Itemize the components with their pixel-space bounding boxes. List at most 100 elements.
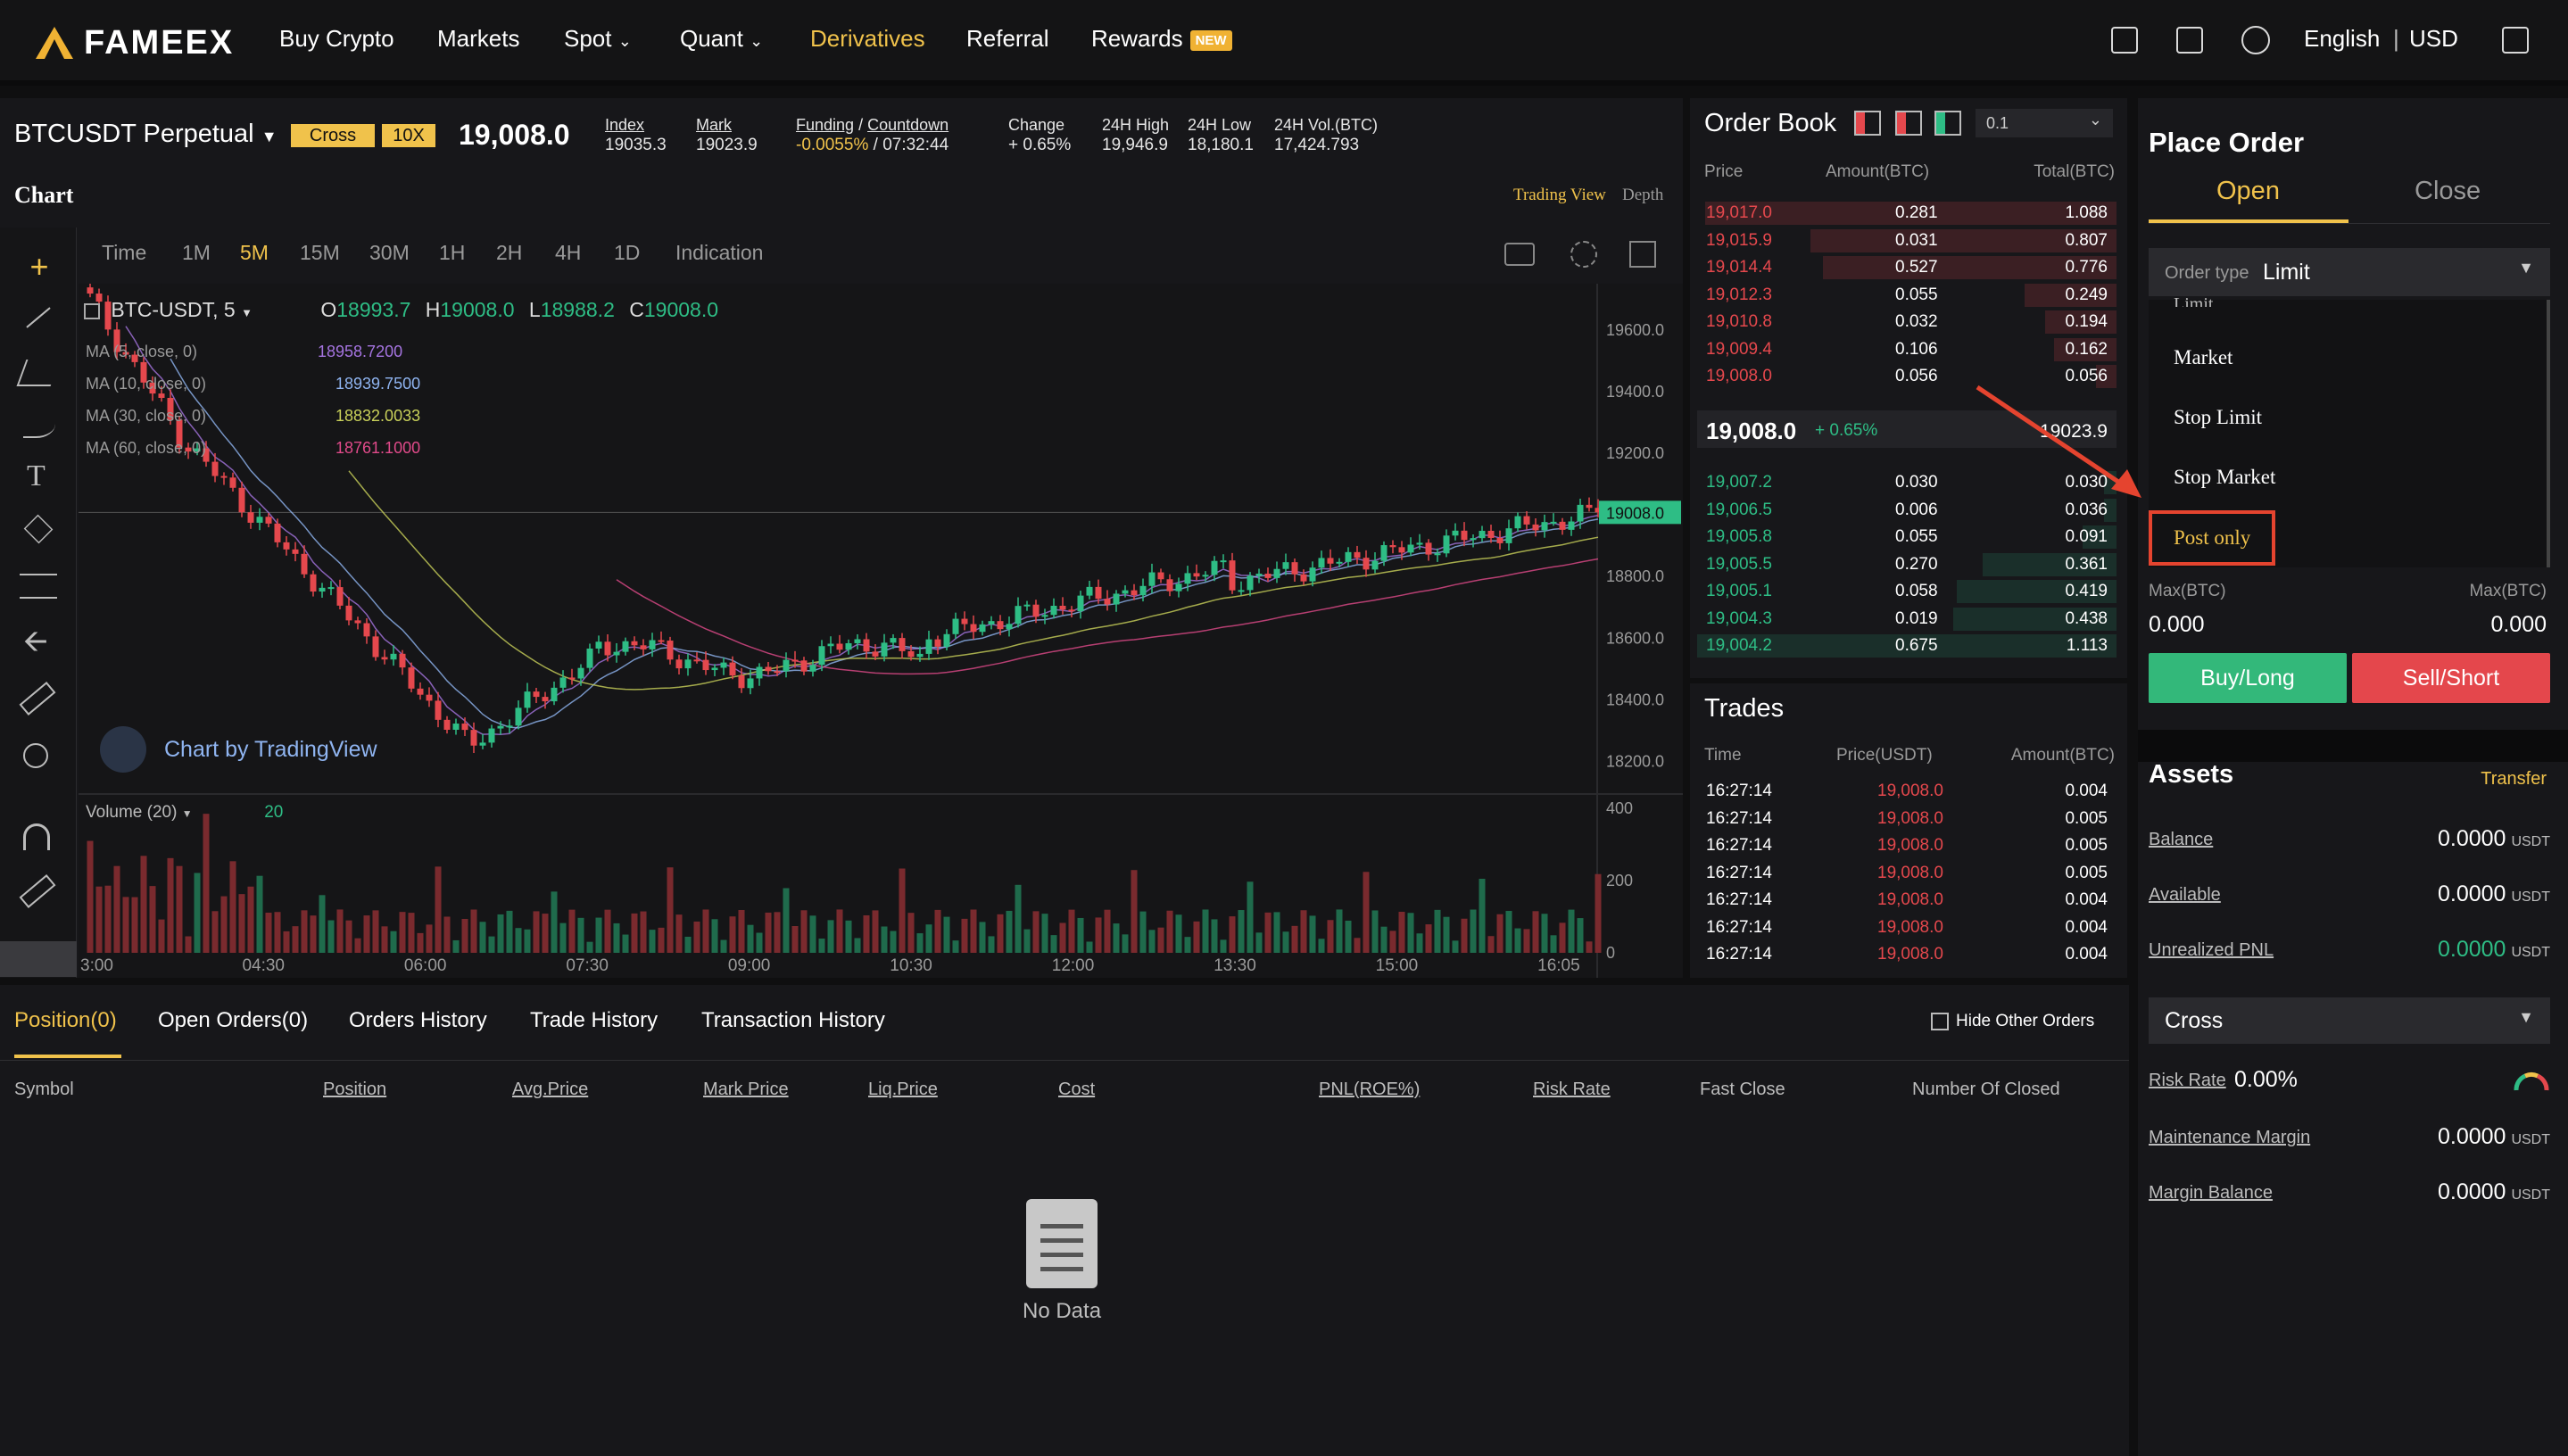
upnl-label[interactable]: Unrealized PNL bbox=[2149, 940, 2274, 961]
margin-mode-select[interactable]: Cross ▼ bbox=[2149, 997, 2550, 1044]
bid-row[interactable]: 19,005.1 0.058 0.419 bbox=[1697, 578, 2117, 605]
tab-close[interactable]: Close bbox=[2415, 177, 2481, 206]
hide-other-orders[interactable]: Hide Other Orders bbox=[1931, 1012, 2094, 1031]
brush-icon[interactable] bbox=[23, 415, 55, 438]
back-arrow-icon[interactable]: 🡨 bbox=[23, 620, 48, 671]
brand-logo[interactable]: FAMEEX bbox=[34, 20, 234, 66]
tab-open[interactable]: Open bbox=[2216, 177, 2280, 206]
maintenance-margin-label[interactable]: Maintenance Margin bbox=[2149, 1128, 2310, 1148]
book-both-icon[interactable] bbox=[1854, 111, 1881, 136]
language-selector[interactable]: English bbox=[2304, 25, 2380, 53]
nav-quant[interactable]: Quant ⌄ bbox=[680, 25, 763, 53]
bid-row[interactable]: 19,004.2 0.675 1.113 bbox=[1697, 633, 2117, 659]
interval-30m[interactable]: 30M bbox=[369, 241, 410, 265]
candle-body bbox=[640, 645, 647, 649]
magnet-icon[interactable] bbox=[23, 823, 50, 850]
bid-row[interactable]: 19,004.3 0.019 0.438 bbox=[1697, 606, 2117, 633]
tab-transaction-history[interactable]: Transaction History bbox=[701, 1008, 885, 1033]
tab-position[interactable]: Position(0) bbox=[14, 1008, 117, 1033]
interval-1d[interactable]: 1D bbox=[614, 241, 640, 265]
interval-5m[interactable]: 5M bbox=[240, 241, 269, 265]
tab-trading-view[interactable]: Trading View bbox=[1513, 186, 1606, 205]
nav-buy-crypto[interactable]: Buy Crypto bbox=[279, 25, 394, 53]
dropdown-option-market[interactable]: Market bbox=[2174, 346, 2233, 369]
candle-body bbox=[1166, 579, 1173, 592]
tab-trade-history[interactable]: Trade History bbox=[530, 1008, 658, 1033]
user-icon[interactable] bbox=[2241, 26, 2270, 54]
caret-down-icon[interactable]: ▼ bbox=[241, 306, 253, 319]
leverage-badge[interactable]: 10X bbox=[382, 124, 435, 147]
wallet-icon[interactable] bbox=[2176, 27, 2203, 54]
camera-icon[interactable] bbox=[1504, 243, 1535, 266]
download-icon[interactable] bbox=[2502, 27, 2529, 54]
hide-drawings-icon[interactable] bbox=[0, 941, 77, 977]
interval-4h[interactable]: 4H bbox=[555, 241, 581, 265]
ma-legend-row[interactable]: MA (5, close, 0) 18958.7200 bbox=[86, 335, 420, 368]
ask-row[interactable]: 19,010.8 0.032 0.194 bbox=[1697, 309, 2117, 335]
nav-spot[interactable]: Spot ⌄ bbox=[564, 25, 632, 53]
book-bids-icon[interactable] bbox=[1934, 111, 1961, 136]
tab-orders-history[interactable]: Orders History bbox=[349, 1008, 487, 1033]
ask-row[interactable]: 19,012.3 0.055 0.249 bbox=[1697, 282, 2117, 309]
trendline-icon[interactable] bbox=[26, 307, 51, 328]
currency-selector[interactable]: USD bbox=[2409, 25, 2458, 53]
zoom-in-icon[interactable] bbox=[23, 743, 48, 768]
nav-markets[interactable]: Markets bbox=[437, 25, 519, 53]
sell-short-button[interactable]: Sell/Short bbox=[2352, 653, 2550, 703]
available-label[interactable]: Available bbox=[2149, 885, 2221, 906]
candle-body bbox=[452, 724, 460, 730]
symbol-selector[interactable]: BTCUSDT Perpetual ▼ bbox=[14, 120, 278, 149]
crosshair-icon[interactable]: + bbox=[21, 249, 57, 285]
book-asks-icon[interactable] bbox=[1895, 111, 1922, 136]
dropdown-option-stop-market[interactable]: Stop Market bbox=[2174, 466, 2275, 489]
tradingview-watermark[interactable]: Chart by TradingView bbox=[100, 726, 377, 773]
price-tick: 18600.0 bbox=[1606, 629, 1664, 647]
pattern-icon[interactable] bbox=[23, 514, 54, 544]
orders-icon[interactable] bbox=[2111, 27, 2138, 54]
nav-rewards[interactable]: Rewards NEW bbox=[1091, 25, 1232, 53]
ma-legend-row[interactable]: MA (60, close, 0) 18761.1000 bbox=[86, 432, 420, 464]
interval-time[interactable]: Time bbox=[102, 241, 146, 265]
nav-derivatives[interactable]: Derivatives bbox=[810, 25, 925, 53]
volume-bar bbox=[1541, 914, 1548, 953]
tab-open-orders[interactable]: Open Orders(0) bbox=[158, 1008, 308, 1033]
precision-select[interactable]: 0.1 ⌄ bbox=[1976, 109, 2113, 137]
ask-row[interactable]: 19,009.4 0.106 0.162 bbox=[1697, 336, 2117, 363]
interval-2h[interactable]: 2H bbox=[496, 241, 522, 265]
lock-drawing-icon[interactable] bbox=[19, 874, 56, 908]
bid-row[interactable]: 19,005.5 0.270 0.361 bbox=[1697, 551, 2117, 578]
candle-body bbox=[1095, 586, 1102, 600]
ask-row[interactable]: 19,014.4 0.527 0.776 bbox=[1697, 254, 2117, 281]
ma-legend-row[interactable]: MA (30, close, 0) 18832.0033 bbox=[86, 400, 420, 432]
fullscreen-icon[interactable] bbox=[1629, 241, 1656, 268]
settings-gear-icon[interactable] bbox=[1570, 241, 1597, 268]
ruler-icon[interactable] bbox=[19, 682, 56, 716]
order-type-select[interactable]: Order type Limit ▼ bbox=[2149, 248, 2550, 296]
hide-other-checkbox[interactable] bbox=[1931, 1013, 1949, 1030]
balance-label[interactable]: Balance bbox=[2149, 830, 2213, 850]
volume-bar bbox=[702, 909, 709, 953]
transfer-link[interactable]: Transfer bbox=[2481, 769, 2547, 790]
fib-icon[interactable] bbox=[16, 360, 61, 386]
bid-row[interactable]: 19,005.8 0.055 0.091 bbox=[1697, 524, 2117, 550]
nav-referral[interactable]: Referral bbox=[966, 25, 1048, 53]
buy-long-button[interactable]: Buy/Long bbox=[2149, 653, 2347, 703]
text-tool-icon[interactable]: T bbox=[27, 459, 46, 493]
interval-1h[interactable]: 1H bbox=[439, 241, 465, 265]
interval-15m[interactable]: 15M bbox=[300, 241, 340, 265]
dropdown-option-limit[interactable]: Limit bbox=[2174, 294, 2213, 307]
ask-row[interactable]: 19,015.9 0.031 0.807 bbox=[1697, 228, 2117, 254]
ma-legend-row[interactable]: MA (10, close, 0) 18939.7500 bbox=[86, 368, 420, 400]
ask-row[interactable]: 19,017.0 0.281 1.088 bbox=[1697, 200, 2117, 227]
legend-collapse-icon[interactable] bbox=[84, 302, 100, 319]
dropdown-option-post-only[interactable]: Post only bbox=[2174, 526, 2250, 550]
margin-mode-badge[interactable]: Cross bbox=[291, 124, 375, 147]
risk-rate-label[interactable]: Risk Rate bbox=[2149, 1071, 2226, 1091]
interval-1m[interactable]: 1M bbox=[182, 241, 211, 265]
nav-rewards-label: Rewards bbox=[1091, 25, 1183, 52]
margin-balance-label[interactable]: Margin Balance bbox=[2149, 1183, 2273, 1204]
dropdown-option-stop-limit[interactable]: Stop Limit bbox=[2174, 406, 2262, 429]
prediction-icon[interactable] bbox=[20, 574, 57, 599]
indication-button[interactable]: Indication bbox=[675, 241, 763, 265]
tab-depth[interactable]: Depth bbox=[1622, 186, 1663, 205]
